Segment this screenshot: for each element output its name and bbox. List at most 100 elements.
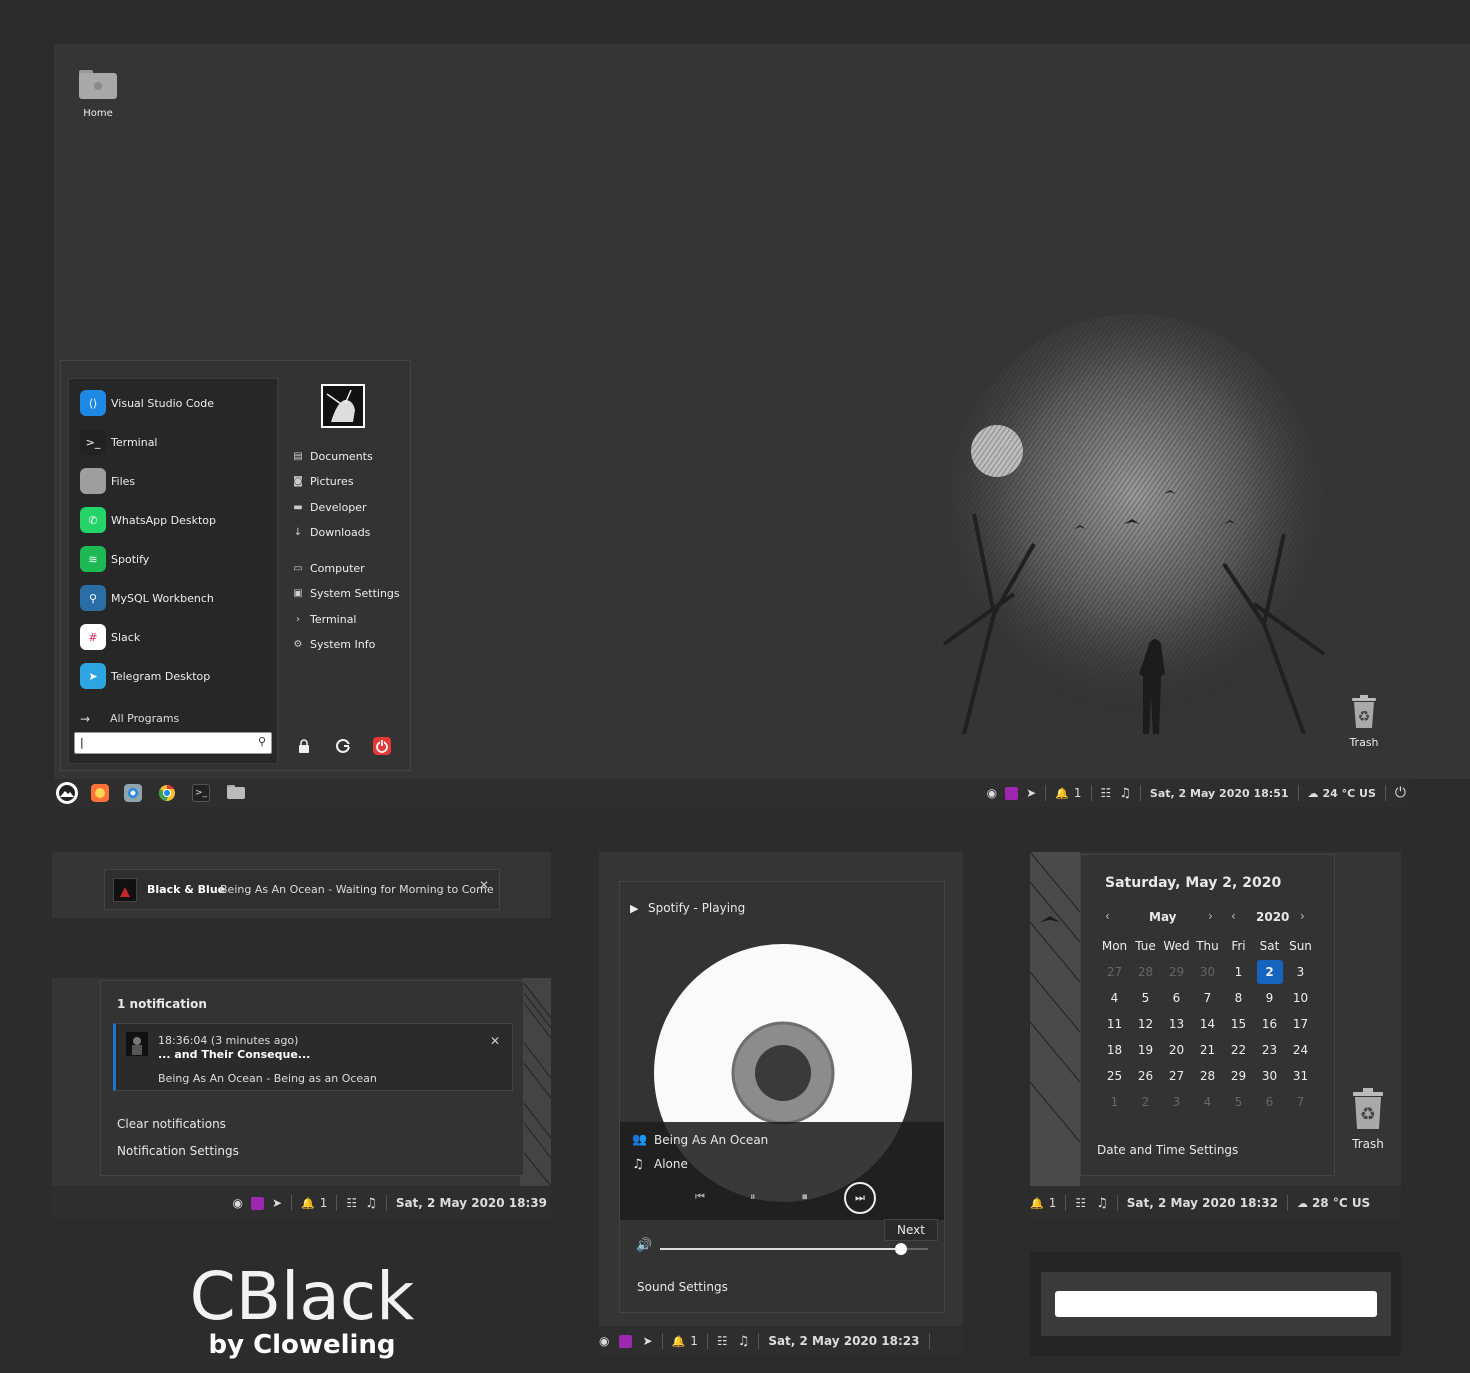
close-icon[interactable]: ✕ <box>479 878 489 892</box>
logout-button[interactable] <box>335 738 351 754</box>
telegram-tray-icon[interactable]: ➤ <box>1026 786 1036 800</box>
network-icon[interactable]: ☷ <box>1101 786 1112 800</box>
calendar-day[interactable]: 16 <box>1254 1011 1285 1037</box>
calendar-day[interactable]: 1 <box>1223 959 1254 985</box>
calendar-day[interactable]: 23 <box>1254 1037 1285 1063</box>
trash-icon[interactable]: ♻ <box>1351 1088 1383 1130</box>
calendar-day[interactable]: 6 <box>1161 985 1192 1011</box>
chromium-icon[interactable] <box>124 784 142 802</box>
stop-button[interactable]: ⏹ <box>802 1190 808 1204</box>
discord-tray-icon[interactable]: ◉ <box>987 786 997 800</box>
calendar-day[interactable]: 21 <box>1192 1037 1223 1063</box>
app-terminal[interactable]: >_ Terminal <box>80 429 158 455</box>
music-icon[interactable]: ♫ <box>1119 786 1131 801</box>
place-system-settings[interactable]: ▣ System Settings <box>292 587 399 600</box>
calendar-day[interactable]: 27 <box>1161 1063 1192 1089</box>
notification-toast[interactable]: Black & Blue Being As An Ocean - Waiting… <box>104 869 500 910</box>
calendar-day[interactable]: 29 <box>1161 959 1192 985</box>
all-programs-link[interactable]: All Programs <box>110 712 179 725</box>
calendar-day[interactable]: 11 <box>1099 1011 1130 1037</box>
calendar-day[interactable]: 8 <box>1223 985 1254 1011</box>
avatar[interactable] <box>321 384 365 428</box>
calendar-day[interactable]: 19 <box>1130 1037 1161 1063</box>
volume-icon[interactable]: 🔊 <box>636 1238 652 1253</box>
app-telegram-desktop[interactable]: ➤ Telegram Desktop <box>80 663 210 689</box>
firefox-icon[interactable] <box>91 784 109 802</box>
place-downloads[interactable]: ↓ Downloads <box>292 526 371 539</box>
clear-notifications-button[interactable]: Clear notifications <box>117 1117 226 1131</box>
app-visual-studio-code[interactable]: ⟨⟩ Visual Studio Code <box>80 390 214 416</box>
calendar-day[interactable]: 26 <box>1130 1063 1161 1089</box>
notification-count[interactable]: 1 <box>1074 786 1082 800</box>
notification-settings-button[interactable]: Notification Settings <box>117 1144 239 1158</box>
calendar-day[interactable]: 14 <box>1192 1011 1223 1037</box>
app-slack[interactable]: # Slack <box>80 624 140 650</box>
network-icon[interactable]: ☷ <box>1075 1196 1086 1210</box>
calendar-day[interactable]: 6 <box>1254 1089 1285 1115</box>
telegram-tray-icon[interactable]: ➤ <box>272 1196 282 1210</box>
calendar-day[interactable]: 7 <box>1285 1089 1316 1115</box>
notification-count[interactable]: 1 <box>320 1196 328 1210</box>
calendar-day[interactable]: 10 <box>1285 985 1316 1011</box>
place-computer[interactable]: ▭ Computer <box>292 562 364 575</box>
clock[interactable]: Sat, 2 May 2020 18:39 <box>396 1196 547 1210</box>
calendar-day[interactable]: 27 <box>1099 959 1130 985</box>
place-pictures[interactable]: ◙ Pictures <box>292 475 353 488</box>
place-terminal[interactable]: › Terminal <box>292 613 357 626</box>
volume-slider[interactable] <box>660 1243 928 1255</box>
calendar-day[interactable]: 20 <box>1161 1037 1192 1063</box>
place-developer[interactable]: ▬ Developer <box>292 501 366 514</box>
bell-icon[interactable]: 🔔 <box>301 1197 315 1210</box>
clock[interactable]: Sat, 2 May 2020 18:23 <box>768 1334 919 1348</box>
calendar-day[interactable]: 17 <box>1285 1011 1316 1037</box>
place-documents[interactable]: ▤ Documents <box>292 450 372 463</box>
calendar-day[interactable]: 1 <box>1099 1089 1130 1115</box>
power-icon[interactable]: ⏻ <box>1395 785 1406 801</box>
trash-icon[interactable]: ♻ <box>1348 694 1380 730</box>
calendar-day[interactable]: 7 <box>1192 985 1223 1011</box>
calendar-day[interactable]: 24 <box>1285 1037 1316 1063</box>
calendar-day[interactable]: 31 <box>1285 1063 1316 1089</box>
app-tray-icon[interactable] <box>250 1196 264 1210</box>
prev-year-button[interactable]: ‹ <box>1231 909 1236 923</box>
telegram-tray-icon[interactable]: ➤ <box>642 1334 652 1348</box>
app-tray-icon[interactable] <box>619 1334 633 1348</box>
app-whatsapp-desktop[interactable]: ✆ WhatsApp Desktop <box>80 507 216 533</box>
calendar-day[interactable]: 29 <box>1223 1063 1254 1089</box>
notification-count[interactable]: 1 <box>1049 1196 1057 1210</box>
clock[interactable]: Sat, 2 May 2020 18:51 <box>1150 787 1289 800</box>
volume-handle[interactable] <box>895 1243 908 1255</box>
place-system-info[interactable]: ⚙ System Info <box>292 638 376 651</box>
calendar-day[interactable]: 13 <box>1161 1011 1192 1037</box>
menu-launcher-icon[interactable] <box>56 782 78 804</box>
discord-tray-icon[interactable]: ◉ <box>233 1196 243 1210</box>
files-icon[interactable] <box>226 784 246 800</box>
chrome-icon[interactable] <box>158 784 176 802</box>
next-year-button[interactable]: › <box>1300 909 1305 923</box>
weather[interactable]: 24 °C US <box>1323 787 1376 800</box>
pause-button[interactable]: ⏸ <box>750 1190 756 1204</box>
previous-button[interactable]: ⏮ <box>695 1190 705 1204</box>
weather[interactable]: 28 °C US <box>1312 1196 1370 1210</box>
menu-search-input[interactable]: | ⚲ <box>74 732 272 754</box>
calendar-day-selected[interactable]: 2 <box>1254 959 1285 985</box>
music-icon[interactable]: ♫ <box>1096 1196 1108 1211</box>
calendar-day[interactable]: 30 <box>1192 959 1223 985</box>
run-command-input[interactable] <box>1055 1291 1377 1317</box>
clock[interactable]: Sat, 2 May 2020 18:32 <box>1127 1196 1278 1210</box>
network-icon[interactable]: ☷ <box>717 1334 728 1348</box>
calendar-day[interactable]: 3 <box>1161 1089 1192 1115</box>
bell-icon[interactable]: 🔔 <box>1030 1197 1044 1210</box>
date-time-settings-button[interactable]: Date and Time Settings <box>1097 1143 1238 1157</box>
music-icon[interactable]: ♫ <box>365 1196 377 1211</box>
calendar-day[interactable]: 12 <box>1130 1011 1161 1037</box>
calendar-day[interactable]: 5 <box>1130 985 1161 1011</box>
calendar-day[interactable]: 2 <box>1130 1089 1161 1115</box>
calendar-day[interactable]: 30 <box>1254 1063 1285 1089</box>
prev-month-button[interactable]: ‹ <box>1105 909 1110 923</box>
close-icon[interactable]: ✕ <box>490 1034 500 1048</box>
notification-item[interactable]: 18:36:04 (3 minutes ago) ... and Their C… <box>113 1023 513 1091</box>
calendar-day[interactable]: 9 <box>1254 985 1285 1011</box>
bell-icon[interactable]: 🔔 <box>1055 787 1069 800</box>
shutdown-button[interactable] <box>373 737 391 755</box>
